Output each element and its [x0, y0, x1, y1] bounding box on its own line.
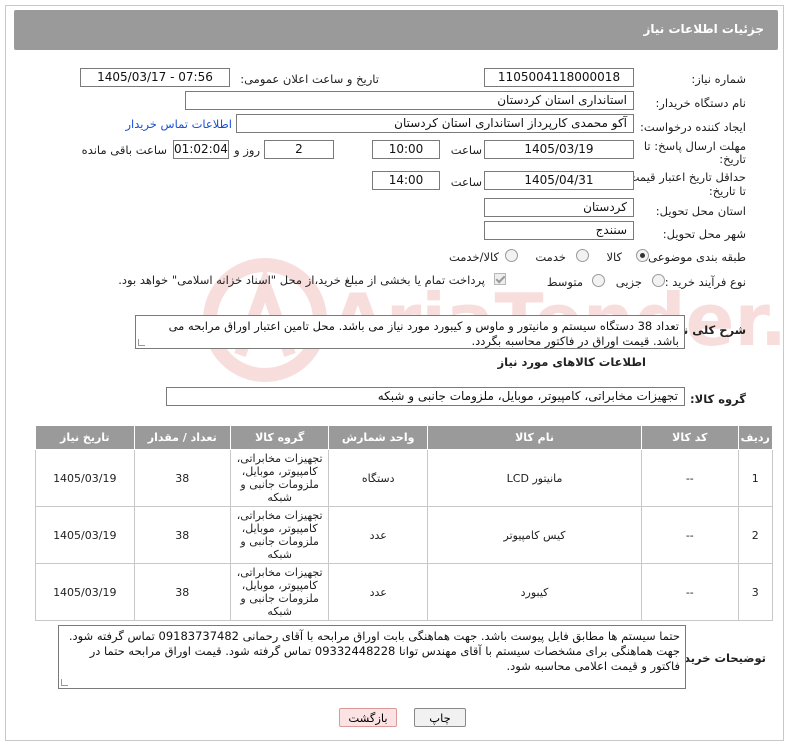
province-field: کردستان	[484, 198, 634, 217]
col-header-row-number: ردیف	[737, 425, 773, 450]
cell-quantity: 38	[133, 449, 231, 507]
col-header-code: کد کالا	[641, 425, 739, 450]
process-radio-partial[interactable]	[652, 274, 665, 287]
cell-group: تجهیزات مخابراتی، کامپیوتر، موبایل، ملزو…	[229, 506, 330, 564]
category-radio-goods-service[interactable]	[505, 249, 518, 262]
cell-unit: دستگاه	[328, 449, 428, 507]
buyer-notes-textarea[interactable]: حتما سیستم ها مطابق فایل پیوست باشد. جهت…	[58, 625, 686, 689]
need-number-label: شماره نیاز:	[691, 72, 746, 86]
announce-field: 1405/03/17 - 07:56	[80, 68, 230, 87]
deadline-time-label: ساعت	[450, 143, 482, 157]
cell-row-number: 1	[737, 449, 773, 507]
col-header-name: نام کالا	[426, 425, 643, 450]
validity-label: حداقل تاریخ اعتبار قیمت:	[624, 170, 746, 184]
validity-date-field: 1405/04/31	[484, 171, 634, 190]
cell-code: --	[641, 506, 739, 564]
validity-time-label: ساعت	[450, 175, 482, 189]
category-option-goods-service: کالا/خدمت	[448, 250, 499, 264]
province-label: استان محل تحویل:	[655, 204, 746, 218]
cell-name: کیس کامپیوتر	[426, 506, 643, 564]
resize-handle[interactable]	[138, 339, 145, 346]
goods-group-field: تجهیزات مخابراتی، کامپیوتر، موبایل، ملزو…	[166, 387, 685, 406]
resize-handle[interactable]	[61, 679, 68, 686]
category-radio-goods[interactable]	[636, 249, 649, 262]
cell-row-number: 3	[737, 563, 773, 621]
buyer-org-field: استانداری استان کردستان	[185, 91, 634, 110]
table-row: 1 -- مانیتور LCD دستگاه تجهیزات مخابراتی…	[35, 449, 773, 507]
buyer-contact-link[interactable]: اطلاعات تماس خریدار	[125, 117, 232, 131]
goods-group-label: گروه کالا:	[690, 392, 746, 406]
creator-field: آکو محمدی کارپرداز استانداری استان کردست…	[236, 114, 634, 133]
cell-row-number: 2	[737, 506, 773, 564]
col-header-quantity: تعداد / مقدار	[133, 425, 231, 450]
cell-date: 1405/03/19	[35, 506, 135, 564]
cell-date: 1405/03/19	[35, 563, 135, 621]
validity-label-2: تا تاریخ:	[708, 184, 746, 198]
cell-group: تجهیزات مخابراتی، کامپیوتر، موبایل، ملزو…	[229, 563, 330, 621]
city-label: شهر محل تحویل:	[662, 227, 746, 241]
page-header: جزئیات اطلاعات نیاز	[14, 10, 778, 50]
buyer-org-label: نام دستگاه خریدار:	[655, 96, 746, 110]
category-label: طبقه بندی موضوعی:	[644, 250, 746, 264]
days-field: 2	[264, 140, 334, 159]
cell-date: 1405/03/19	[35, 449, 135, 507]
page-title: جزئیات اطلاعات نیاز	[643, 22, 764, 36]
cell-quantity: 38	[133, 506, 231, 564]
cell-code: --	[641, 449, 739, 507]
cell-code: --	[641, 563, 739, 621]
days-label: روز و	[234, 143, 260, 157]
back-button[interactable]: بازگشت	[339, 708, 397, 727]
category-option-goods: کالا	[606, 250, 622, 264]
table-row: 3 -- کیبورد عدد تجهیزات مخابراتی، کامپیو…	[35, 563, 773, 621]
treasury-checkbox[interactable]	[494, 273, 506, 285]
description-text: تعداد 38 دستگاه سیستم و مانیتور و ماوس و…	[168, 319, 679, 348]
table-row: 2 -- کیس کامپیوتر عدد تجهیزات مخابراتی، …	[35, 506, 773, 564]
remaining-label: ساعت باقی مانده	[81, 143, 167, 157]
cell-unit: عدد	[328, 563, 428, 621]
print-button[interactable]: چاپ	[414, 708, 466, 727]
cell-name: کیبورد	[426, 563, 643, 621]
cell-name: مانیتور LCD	[426, 449, 643, 507]
cell-unit: عدد	[328, 506, 428, 564]
deadline-date-field: 1405/03/19	[484, 140, 634, 159]
buyer-notes-text: حتما سیستم ها مطابق فایل پیوست باشد. جهت…	[68, 629, 680, 673]
cell-quantity: 38	[133, 563, 231, 621]
description-textarea[interactable]: تعداد 38 دستگاه سیستم و مانیتور و ماوس و…	[135, 315, 685, 349]
col-header-unit: واحد شمارش	[328, 425, 428, 450]
cell-group: تجهیزات مخابراتی، کامپیوتر، موبایل، ملزو…	[229, 449, 330, 507]
goods-info-title: اطلاعات کالاهای مورد نیاز	[497, 355, 646, 369]
announce-label: تاریخ و ساعت اعلان عمومی:	[240, 72, 379, 86]
process-option-partial: جزیی	[615, 275, 642, 289]
deadline-label: مهلت ارسال پاسخ: تا	[643, 139, 746, 153]
payment-note: پرداخت تمام یا بخشی از مبلغ خرید،از محل …	[118, 273, 485, 287]
deadline-label-2: تاریخ:	[719, 152, 746, 166]
validity-time-field: 14:00	[372, 171, 440, 190]
creator-label: ایجاد کننده درخواست:	[640, 120, 746, 134]
process-radio-medium[interactable]	[592, 274, 605, 287]
table-header-row: ردیف کد کالا نام کالا واحد شمارش گروه کا…	[35, 425, 773, 450]
goods-table: ردیف کد کالا نام کالا واحد شمارش گروه کا…	[35, 425, 773, 621]
city-field: سنندج	[484, 221, 634, 240]
col-header-group: گروه کالا	[229, 425, 330, 450]
category-option-service: خدمت	[535, 250, 566, 264]
process-option-medium: متوسط	[546, 275, 583, 289]
need-number-field: 1105004118000018	[484, 68, 634, 87]
col-header-date: تاریخ نیاز	[35, 425, 135, 450]
process-label: نوع فرآیند خرید :	[664, 275, 746, 289]
deadline-time-field: 10:00	[372, 140, 440, 159]
category-radio-service[interactable]	[576, 249, 589, 262]
remaining-time-field: 01:02:04	[173, 140, 229, 159]
